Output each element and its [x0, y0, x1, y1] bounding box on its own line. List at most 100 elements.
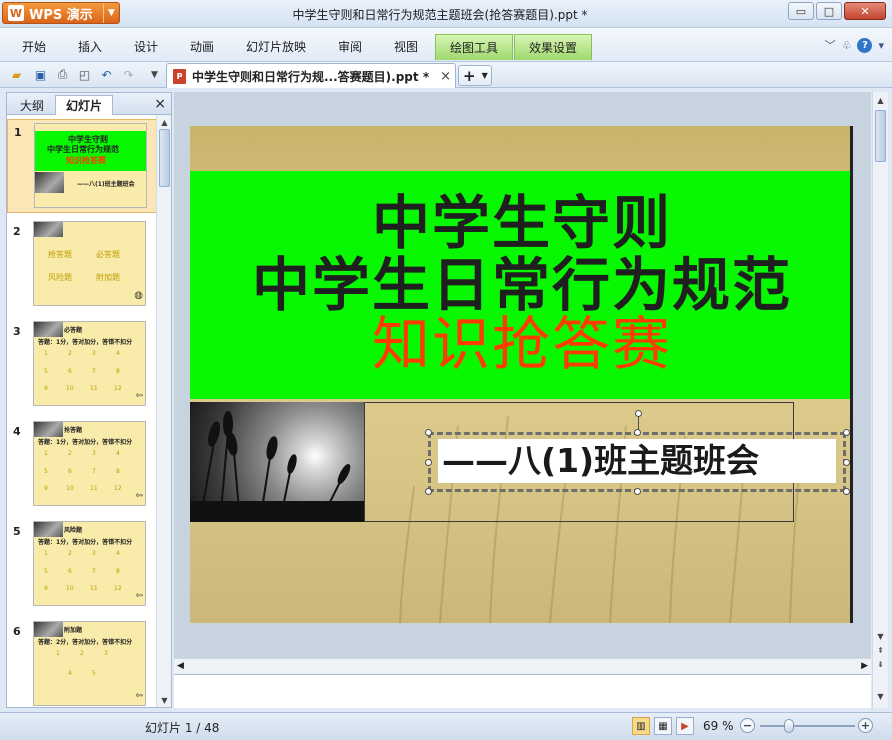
tab-outline[interactable]: 大纲 [11, 95, 53, 115]
current-slide[interactable]: 中学生守则 中学生日常行为规范 知识抢答赛 ——八(1)班主题班会 [190, 126, 850, 623]
customize-toolbar-icon[interactable]: ▼ [146, 66, 163, 83]
help-icon[interactable]: ? [857, 37, 873, 53]
notes-scroll-down-icon[interactable]: ▼ [875, 690, 886, 702]
save-icon[interactable]: ▣ [32, 66, 49, 83]
thumb-q: 2 [80, 650, 84, 657]
new-tab-dropdown-icon[interactable]: ▼ [482, 71, 488, 80]
menu-slideshow[interactable]: 幻灯片放映 [246, 38, 306, 55]
slide-editor[interactable]: 中学生守则 中学生日常行为规范 知识抢答赛 ——八(1)班主题班会 [174, 92, 871, 658]
thumb-q: 4 [68, 670, 72, 677]
wheat-photo[interactable] [190, 402, 364, 522]
resize-handle-icon[interactable] [425, 459, 432, 466]
skin-icon[interactable]: ♧ [842, 39, 852, 52]
editor-scroll-thumb[interactable] [875, 110, 886, 162]
slide-thumbnail-1[interactable]: 1 中学生守则 中学生日常行为规范 知识抢答赛 ——八(1)班主题班会 [7, 119, 157, 213]
redo-icon[interactable]: ↷ [120, 66, 137, 83]
thumb-q: 11 [90, 585, 98, 592]
help-dropdown-icon[interactable]: ▾ [878, 39, 884, 52]
slide-thumbnail-2[interactable]: 2 抢答题 必答题 风险题 附加题 ◍ [7, 219, 157, 313]
thumb-q: 6 [68, 368, 72, 375]
slide-title-line-1[interactable]: 中学生守则 [190, 193, 850, 253]
thumb-q: 4 [116, 350, 120, 357]
zoom-in-icon[interactable]: + [858, 718, 873, 733]
open-folder-icon[interactable]: ▰ [8, 66, 25, 83]
resize-handle-icon[interactable] [634, 429, 641, 436]
menu-design[interactable]: 设计 [134, 38, 158, 55]
previous-slide-icon[interactable]: ⇞ [875, 644, 886, 656]
menu-start[interactable]: 开始 [22, 38, 46, 55]
normal-view-icon[interactable]: ▥ [632, 717, 650, 735]
close-tab-icon[interactable]: × [440, 69, 451, 84]
slide-subtitle[interactable]: ——八(1)班主题班会 [438, 439, 836, 483]
thumb-q: 3 [92, 450, 96, 457]
slide-title-line-3[interactable]: 知识抢答赛 [190, 314, 850, 374]
zoom-slider[interactable] [760, 725, 855, 727]
rotate-handle-icon[interactable] [635, 410, 642, 417]
return-icon: ◍ [134, 290, 143, 301]
slide-number: 2 [13, 225, 21, 238]
thumbnail-image: 必答题 答题：1分，答对加分，答错不扣分 1 2 3 4 5 6 7 8 9 1… [33, 321, 146, 406]
menu-insert[interactable]: 插入 [78, 38, 102, 55]
scroll-up-icon[interactable]: ▲ [159, 116, 170, 128]
thumb-item: 风险题 [48, 273, 72, 282]
minimize-button[interactable]: ▭ [788, 2, 814, 20]
slide-thumbnail-5[interactable]: 5 风险题 答题：1分，答对加分，答错不扣分 1 2 3 4 5 6 7 8 9… [7, 519, 157, 613]
close-button[interactable]: ✕ [844, 2, 886, 20]
thumb-rule: 答题：1分，答对加分，答错不扣分 [38, 539, 133, 546]
thumb-q: 7 [92, 468, 96, 475]
return-arrow-icon: ⇦ [135, 491, 143, 501]
new-tab-button[interactable]: + ▼ [458, 65, 492, 86]
panel-scrollbar[interactable]: ▲ ▼ [156, 115, 171, 707]
zoom-out-icon[interactable]: − [740, 718, 755, 733]
scroll-down-icon[interactable]: ▼ [159, 694, 170, 706]
zoom-level[interactable]: 69 % [703, 719, 734, 733]
resize-handle-icon[interactable] [843, 459, 850, 466]
menu-effect-settings[interactable]: 效果设置 [514, 34, 592, 60]
thumb-q: 3 [92, 550, 96, 557]
tab-slides[interactable]: 幻灯片 [55, 95, 113, 115]
slide-number: 5 [13, 525, 21, 538]
slideshow-icon[interactable]: ▶ [676, 717, 694, 735]
menu-drawing-tools[interactable]: 绘图工具 [435, 34, 513, 60]
slide-thumbnail-4[interactable]: 4 抢答题 答题：1分，答对加分，答错不扣分 1 2 3 4 5 6 7 8 9… [7, 419, 157, 513]
document-tab[interactable]: P 中学生守则和日常行为规...答赛题目).ppt * × [166, 63, 456, 88]
scroll-left-icon[interactable]: ◀ [177, 661, 184, 671]
thumb-q: 10 [66, 485, 74, 492]
resize-handle-icon[interactable] [634, 488, 641, 495]
print-icon[interactable]: ⎙ [54, 66, 71, 83]
title-band[interactable]: 中学生守则 中学生日常行为规范 知识抢答赛 [190, 171, 850, 399]
resize-handle-icon[interactable] [843, 429, 850, 436]
resize-handle-icon[interactable] [843, 488, 850, 495]
editor-horizontal-scrollbar[interactable]: ◀ ▶ [174, 658, 871, 674]
thumb-q: 6 [68, 568, 72, 575]
menu-animation[interactable]: 动画 [190, 38, 214, 55]
thumb-q: 10 [66, 385, 74, 392]
scroll-down-icon[interactable]: ▼ [875, 630, 886, 642]
thumbnail-image: 附加题 答题：2分，答对加分，答错不扣分 1 2 3 4 5 ⇦ [33, 621, 146, 706]
next-slide-icon[interactable]: ⇟ [875, 658, 886, 670]
scroll-up-icon[interactable]: ▲ [875, 94, 886, 106]
editor-vertical-scrollbar[interactable]: ▲ ▼ ⇞ ⇟ ▼ [872, 92, 888, 708]
slide-sorter-icon[interactable]: ▦ [654, 717, 672, 735]
slide-thumbnail-3[interactable]: 3 必答题 答题：1分，答对加分，答错不扣分 1 2 3 4 5 6 7 8 9… [7, 319, 157, 413]
scroll-right-icon[interactable]: ▶ [861, 661, 868, 671]
thumb-heading: 风险题 [64, 527, 83, 534]
slide-title-line-2[interactable]: 中学生日常行为规范 [190, 255, 850, 315]
thumb-title-2: 中学生日常行为规范 [47, 145, 119, 154]
notes-pane[interactable] [174, 674, 871, 708]
menu-review[interactable]: 审阅 [338, 38, 362, 55]
print-preview-icon[interactable]: ◰ [76, 66, 93, 83]
panel-close-icon[interactable]: × [154, 96, 166, 112]
maximize-button[interactable]: □ [816, 2, 842, 20]
resize-handle-icon[interactable] [425, 488, 432, 495]
menu-view[interactable]: 视图 [394, 38, 418, 55]
undo-icon[interactable]: ↶ [98, 66, 115, 83]
wps-app-menu-button[interactable]: W WPS 演示 ▼ [2, 2, 120, 24]
slide-thumbnail-6[interactable]: 6 附加题 答题：2分，答对加分，答错不扣分 1 2 3 4 5 ⇦ [7, 619, 157, 707]
resize-handle-icon[interactable] [425, 429, 432, 436]
zoom-slider-thumb[interactable] [783, 719, 794, 733]
panel-scroll-thumb[interactable] [159, 129, 170, 187]
collapse-ribbon-icon[interactable]: ﹀ [825, 37, 836, 53]
thumb-q: 4 [116, 450, 120, 457]
app-menu-dropdown-icon[interactable]: ▼ [103, 3, 119, 23]
